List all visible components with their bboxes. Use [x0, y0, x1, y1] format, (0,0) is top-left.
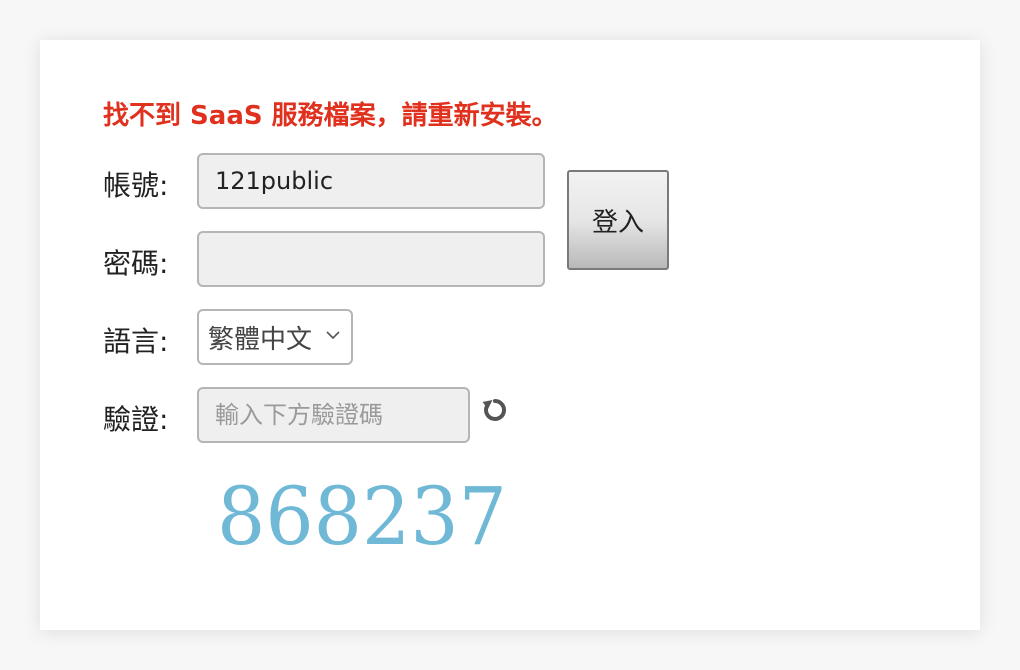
captcha-image: 868237: [217, 470, 507, 558]
captcha-input[interactable]: [197, 387, 470, 443]
captcha-label: 驗證:: [103, 403, 169, 436]
language-select[interactable]: 繁體中文: [197, 309, 353, 365]
language-label: 語言:: [103, 325, 169, 358]
password-label: 密碼:: [103, 247, 169, 280]
account-input[interactable]: [197, 153, 545, 209]
chevron-down-icon: [326, 331, 340, 340]
language-selected-value: 繁體中文: [208, 324, 313, 355]
refresh-icon[interactable]: [481, 396, 509, 424]
error-message: 找不到 SaaS 服務檔案，請重新安裝。: [103, 101, 558, 131]
account-label: 帳號:: [103, 169, 169, 202]
login-button[interactable]: 登入: [567, 170, 669, 270]
login-panel: 找不到 SaaS 服務檔案，請重新安裝。 帳號: 密碼: 登入 語言: 繁體中文…: [40, 40, 980, 630]
password-input[interactable]: [197, 231, 545, 287]
captcha-text: 868237: [217, 470, 507, 558]
